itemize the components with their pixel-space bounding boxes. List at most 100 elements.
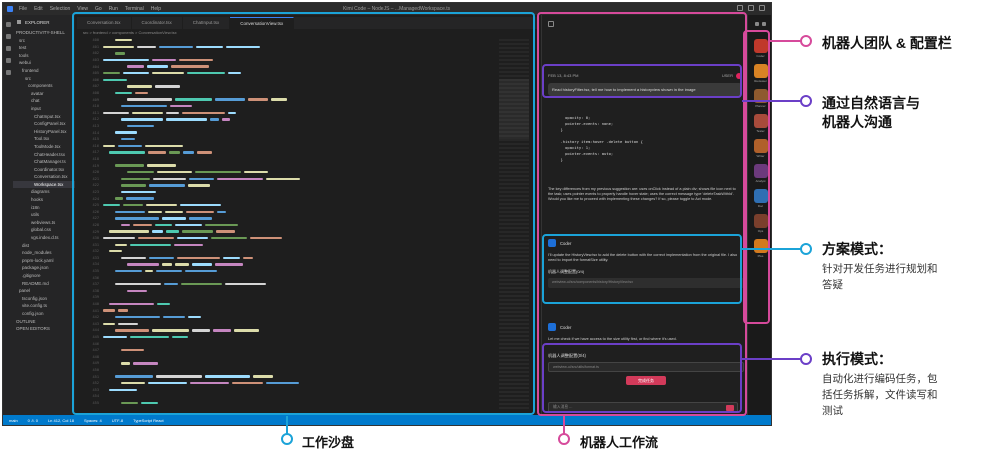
tree-item[interactable]: ChatHeader.tsx [13, 151, 75, 159]
plan-option[interactable]: 机器人调整配置(0/4) [548, 269, 744, 275]
tree-item[interactable]: package.json [13, 264, 75, 272]
tree-item[interactable]: vite.config.ts [13, 302, 75, 310]
tree-item[interactable]: config.json [13, 310, 75, 318]
tree-item[interactable]: ConfigPanel.tsx [13, 120, 75, 128]
menu-item[interactable]: Help [151, 6, 161, 12]
add-robot-icon[interactable] [755, 22, 759, 26]
tree-item[interactable]: ChatManager.ts [13, 158, 75, 166]
tree-item[interactable]: frontend [13, 67, 75, 75]
editor-tab[interactable]: ConversationView.tsx [230, 17, 295, 29]
status-item[interactable]: UTF-8 [112, 418, 123, 423]
tree-item[interactable]: Tool.tsx [13, 135, 75, 143]
extensions-icon[interactable] [5, 70, 11, 75]
tree-item[interactable]: Coordinator.tsx [13, 166, 75, 174]
exec-file-field[interactable]: webview-ui/src/utils/format.ts [548, 362, 744, 372]
menu-item[interactable]: Go [95, 6, 102, 12]
code-token [166, 118, 207, 121]
code-line: 409 [77, 96, 497, 103]
minimize-icon[interactable] [737, 5, 743, 11]
robot-item[interactable]: Tester [752, 114, 770, 133]
robot-item[interactable]: Analyst [752, 164, 770, 183]
sandbox-marker-icon [281, 433, 293, 445]
menu-item[interactable]: Terminal [125, 6, 144, 12]
menu-item[interactable]: File [19, 6, 27, 12]
tree-item[interactable]: OUTLINE [13, 318, 75, 326]
tree-item[interactable]: diagrams [13, 188, 75, 196]
tree-item[interactable]: webviews.ts [13, 219, 75, 227]
tree-item[interactable]: input [13, 105, 75, 113]
tree-item[interactable]: ChatInput.tsx [13, 113, 75, 121]
robot-item[interactable]: Reviewer [752, 64, 770, 83]
tree-item[interactable]: tsconfig.json [13, 295, 75, 303]
close-icon[interactable] [759, 5, 765, 11]
status-item[interactable]: Spaces: 4 [84, 418, 102, 423]
line-number: 401 [92, 44, 100, 49]
tree-item[interactable]: README.md [13, 280, 75, 288]
robot-item[interactable]: Doc [752, 189, 770, 208]
ide-window: File Edit Selection View Go Run Terminal Help K… [2, 2, 772, 426]
tree-item[interactable]: webui [13, 59, 75, 67]
debug-icon[interactable] [5, 58, 11, 63]
chat-input[interactable]: 输入消息 ... [548, 402, 738, 413]
status-item[interactable]: TypeScript React [133, 418, 163, 423]
tree-item[interactable]: .gitignore [13, 272, 75, 280]
tree-item[interactable]: Workspace.tsx [13, 180, 75, 189]
tree-item[interactable]: utils [13, 211, 75, 219]
tree-item[interactable]: ToolMode.tsx [13, 143, 75, 151]
settings-icon[interactable] [762, 22, 766, 26]
robot-item[interactable]: Ops [752, 214, 770, 233]
menu-item[interactable]: Selection [50, 6, 71, 12]
robot-item[interactable]: Writer [752, 139, 770, 158]
minimap[interactable] [499, 39, 529, 409]
editor-tab[interactable]: Coordinator.tsx [132, 17, 183, 29]
maximize-icon[interactable] [748, 5, 754, 11]
menu-item[interactable]: View [77, 6, 88, 12]
chat-menu-icon[interactable] [548, 21, 554, 27]
tree-item[interactable]: global.css [13, 226, 75, 234]
plan-file-field[interactable]: webview-ui/src/components/history/Histor… [548, 278, 744, 288]
status-item[interactable]: Ln 412, Col 18 [48, 418, 74, 423]
tree-item[interactable]: i18n [13, 204, 75, 212]
editor-tab[interactable]: ChatInput.tsx [183, 17, 231, 29]
tree-item[interactable]: Conversation.tsx [13, 173, 75, 181]
tree-item[interactable]: pnpm-lock.yaml [13, 257, 75, 265]
tree-item[interactable]: tools [13, 52, 75, 60]
tree-item[interactable]: test [13, 44, 75, 52]
user-avatar [736, 73, 742, 79]
nl-title-line2: 机器人沟通 [822, 114, 892, 130]
exec-run-button[interactable]: 完成任务 [626, 376, 666, 385]
tree-item[interactable]: vgs.index.d.ts [13, 234, 75, 242]
menu-item[interactable]: Edit [34, 6, 43, 12]
chevron-down-icon[interactable] [17, 20, 21, 24]
tree-item[interactable]: src [13, 37, 75, 45]
tree-item[interactable]: node_modules [13, 249, 75, 257]
code-area[interactable]: 400 401 402 403 404 405 406 407 408 409 410 411 412 4… [77, 37, 497, 409]
code-token [147, 164, 176, 167]
send-icon[interactable] [726, 405, 734, 411]
editor-tab[interactable]: Conversation.tsx [77, 17, 132, 29]
status-item[interactable]: main [9, 418, 18, 423]
files-icon[interactable] [5, 22, 11, 27]
search-icon[interactable] [5, 34, 11, 39]
code-token [126, 197, 154, 200]
robot-item[interactable]: Coder [752, 39, 770, 58]
tree-item[interactable]: OPEN EDITORS [13, 325, 75, 333]
source-control-icon[interactable] [5, 46, 11, 51]
status-item[interactable]: 0 ⚠ 0 [28, 418, 38, 423]
tree-item[interactable]: panel [13, 287, 75, 295]
line-number: 415 [92, 137, 100, 142]
tree-item[interactable]: components [13, 82, 75, 90]
tree-item[interactable]: hooks [13, 196, 75, 204]
robot-item[interactable]: Planner [752, 89, 770, 108]
tree-item[interactable]: avatar [13, 90, 75, 98]
tree-item[interactable]: chat [13, 97, 75, 105]
code-token [138, 236, 174, 240]
menu-item[interactable]: Run [109, 6, 118, 12]
title-bar: File Edit Selection View Go Run Terminal Help K… [3, 3, 771, 15]
code-token [121, 381, 145, 385]
tree-item[interactable]: dist [13, 242, 75, 250]
line-number: 429 [92, 229, 100, 234]
tree-item[interactable]: src [13, 75, 75, 83]
tree-item[interactable]: PRODUCTIVITY-SHELL [13, 29, 75, 37]
tree-item[interactable]: HistoryPanel.tsx [13, 128, 75, 136]
